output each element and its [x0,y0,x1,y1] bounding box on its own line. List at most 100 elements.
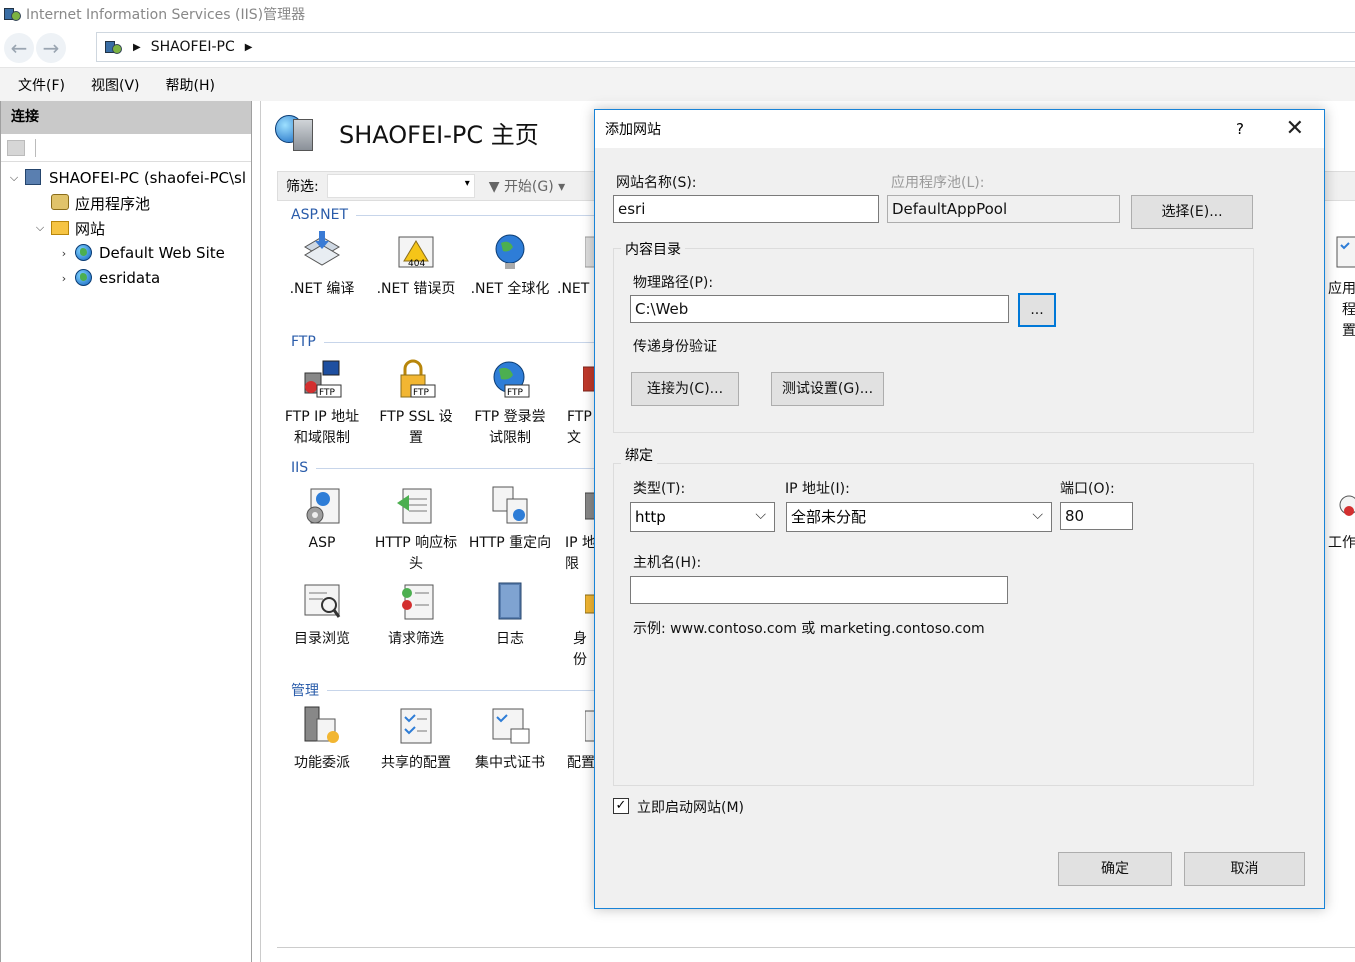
collapse-chevron-icon[interactable]: ⌵ [33,221,47,235]
menu-view[interactable]: 视图(V) [91,75,140,95]
feature-label: 应用程 置 [1328,281,1355,339]
app-pool-label: 应用程序池(L): [891,175,985,191]
feature-http-redirect[interactable]: HTTP 重定向 [463,485,557,554]
feature-net-globalization[interactable]: .NET 全球化 [463,231,557,300]
tree-item-label: SHAOFEI-PC (shaofei-PC\sl [49,169,247,187]
settings-icon [1335,231,1355,273]
feature-label: .NET [557,281,590,297]
feature-net-more[interactable]: .NET [557,231,597,300]
feature-ftp-logon-attempts[interactable]: FTP FTP 登录尝 试限制 [463,359,557,449]
feature-ftp-ip-restrictions[interactable]: FTP FTP IP 地址 和域限制 [275,359,369,449]
filter-input[interactable] [326,174,475,198]
save-connection-icon[interactable] [7,139,25,156]
ip-address-select[interactable]: 全部未分配 [786,501,1052,532]
connections-header: 连接 [1,101,251,134]
http-redirect-icon [489,485,531,527]
back-arrow-icon[interactable]: ← [4,32,34,63]
server-icon [105,39,123,55]
svg-text:FTP: FTP [319,388,336,398]
feature-label: IP 地 限 [565,535,597,572]
site-name-label: 网站名称(S): [616,175,697,191]
breadcrumb-arrow-icon[interactable]: ▶ [245,42,253,53]
feature-label: 配置 [567,755,595,771]
menu-file[interactable]: 文件(F) [18,75,65,95]
feature-central-cert[interactable]: 集中式证书 [463,705,557,774]
ip-address-label: IP 地址(I): [785,481,850,497]
address-bar: ← → ▶ SHAOFEI-PC ▶ [0,28,1355,68]
feature-label: 日志 [496,631,524,647]
expand-chevron-icon[interactable]: › [57,247,71,260]
feature-logging[interactable]: 日志 [463,581,557,650]
ok-button[interactable]: 确定 [1058,852,1172,886]
breadcrumb-arrow-icon[interactable]: ▶ [133,42,141,53]
feature-asp[interactable]: ASP [275,485,369,554]
physical-path-input[interactable]: C:\Web [630,295,1009,323]
tree-item-esridata[interactable]: › esridata [57,266,160,290]
feature-app-settings-partial[interactable]: 应用程 置 [1325,231,1355,342]
tree-item-app-pools[interactable]: 应用程序池 [33,191,150,215]
feature-ftp-more[interactable]: FTP 文 [557,359,597,449]
feature-config-more[interactable]: 配置 [557,705,597,774]
feature-worker-partial[interactable]: 工作 [1325,485,1355,554]
section-label: FTP [291,334,316,350]
feature-request-filtering[interactable]: 请求筛选 [369,581,463,650]
port-input[interactable]: 80 [1060,502,1133,530]
breadcrumb[interactable]: ▶ SHAOFEI-PC ▶ [96,32,1355,62]
server-icon [25,169,43,187]
feature-ftp-ssl[interactable]: FTP FTP SSL 设 置 [369,359,463,449]
start-now-label: 立即启动网站(M) [637,800,745,816]
compile-icon [301,231,343,273]
tree-item-server[interactable]: ⌵ SHAOFEI-PC (shaofei-PC\sl [7,166,246,190]
start-now-checkbox[interactable]: ✓ [613,798,629,814]
breadcrumb-server[interactable]: SHAOFEI-PC [151,39,235,55]
site-name-input[interactable]: esri [613,195,879,223]
feature-label: .NET 编译 [289,281,355,297]
forward-arrow-icon[interactable]: → [36,32,66,63]
worker-icon [1335,485,1355,527]
tree-item-sites[interactable]: ⌵ 网站 [33,216,105,240]
feature-http-response-headers[interactable]: HTTP 响应标 头 [369,485,463,575]
feature-net-compile[interactable]: .NET 编译 [275,231,369,300]
svg-text:FTP: FTP [507,388,524,398]
browse-button[interactable]: ... [1018,293,1056,327]
menu-help[interactable]: 帮助(H) [166,75,215,95]
connect-as-button[interactable]: 连接为(C)... [631,372,739,406]
close-icon[interactable]: ✕ [1286,116,1304,141]
physical-path-label: 物理路径(P): [633,275,714,291]
svg-text:404: 404 [408,259,425,269]
collapse-chevron-icon[interactable]: ⌵ [7,171,21,185]
page-title: SHAOFEI-PC 主页 [275,111,539,153]
section-management: 管理 [291,680,627,700]
help-icon[interactable]: ? [1236,120,1244,138]
feature-net-error-pages[interactable]: 404 .NET 错误页 [369,231,463,300]
feature-label: 功能委派 [294,755,350,771]
type-select[interactable]: http [630,501,775,532]
feature-delegation[interactable]: 功能委派 [275,705,369,774]
expand-chevron-icon[interactable]: › [57,272,71,285]
section-label: IIS [291,460,309,476]
feature-auth-more[interactable]: 身份 [557,581,597,671]
window-title: Internet Information Services (IIS)管理器 [26,7,306,23]
feature-directory-browsing[interactable]: 目录浏览 [275,581,369,650]
feature-label: 请求筛选 [388,631,444,647]
feature-label: HTTP 重定向 [468,535,552,551]
asp-gear-icon [301,485,343,527]
feature-label: ASP [308,535,336,551]
tree-item-label: 网站 [75,219,106,238]
feature-ip-more[interactable]: IP 地 限 [557,485,597,575]
tree-item-default-web-site[interactable]: › Default Web Site [57,241,225,265]
feature-shared-config[interactable]: 共享的配置 [369,705,463,774]
select-app-pool-button[interactable]: 选择(E)... [1131,195,1253,229]
host-name-input[interactable] [630,576,1008,604]
page-title-text: SHAOFEI-PC 主页 [339,120,539,149]
cancel-button[interactable]: 取消 [1184,852,1305,886]
request-filter-icon [395,581,437,623]
go-button[interactable]: ▼ 开始(G) ▾ [489,176,565,196]
tree-item-label: 应用程序池 [75,194,151,213]
pass-auth-label: 传递身份验证 [633,339,717,355]
svg-text:FTP: FTP [413,388,430,398]
test-settings-button[interactable]: 测试设置(G)... [771,372,884,406]
host-name-label: 主机名(H): [633,555,702,571]
http-headers-icon [395,485,437,527]
feature-label: FTP 登录尝 试限制 [474,409,546,446]
